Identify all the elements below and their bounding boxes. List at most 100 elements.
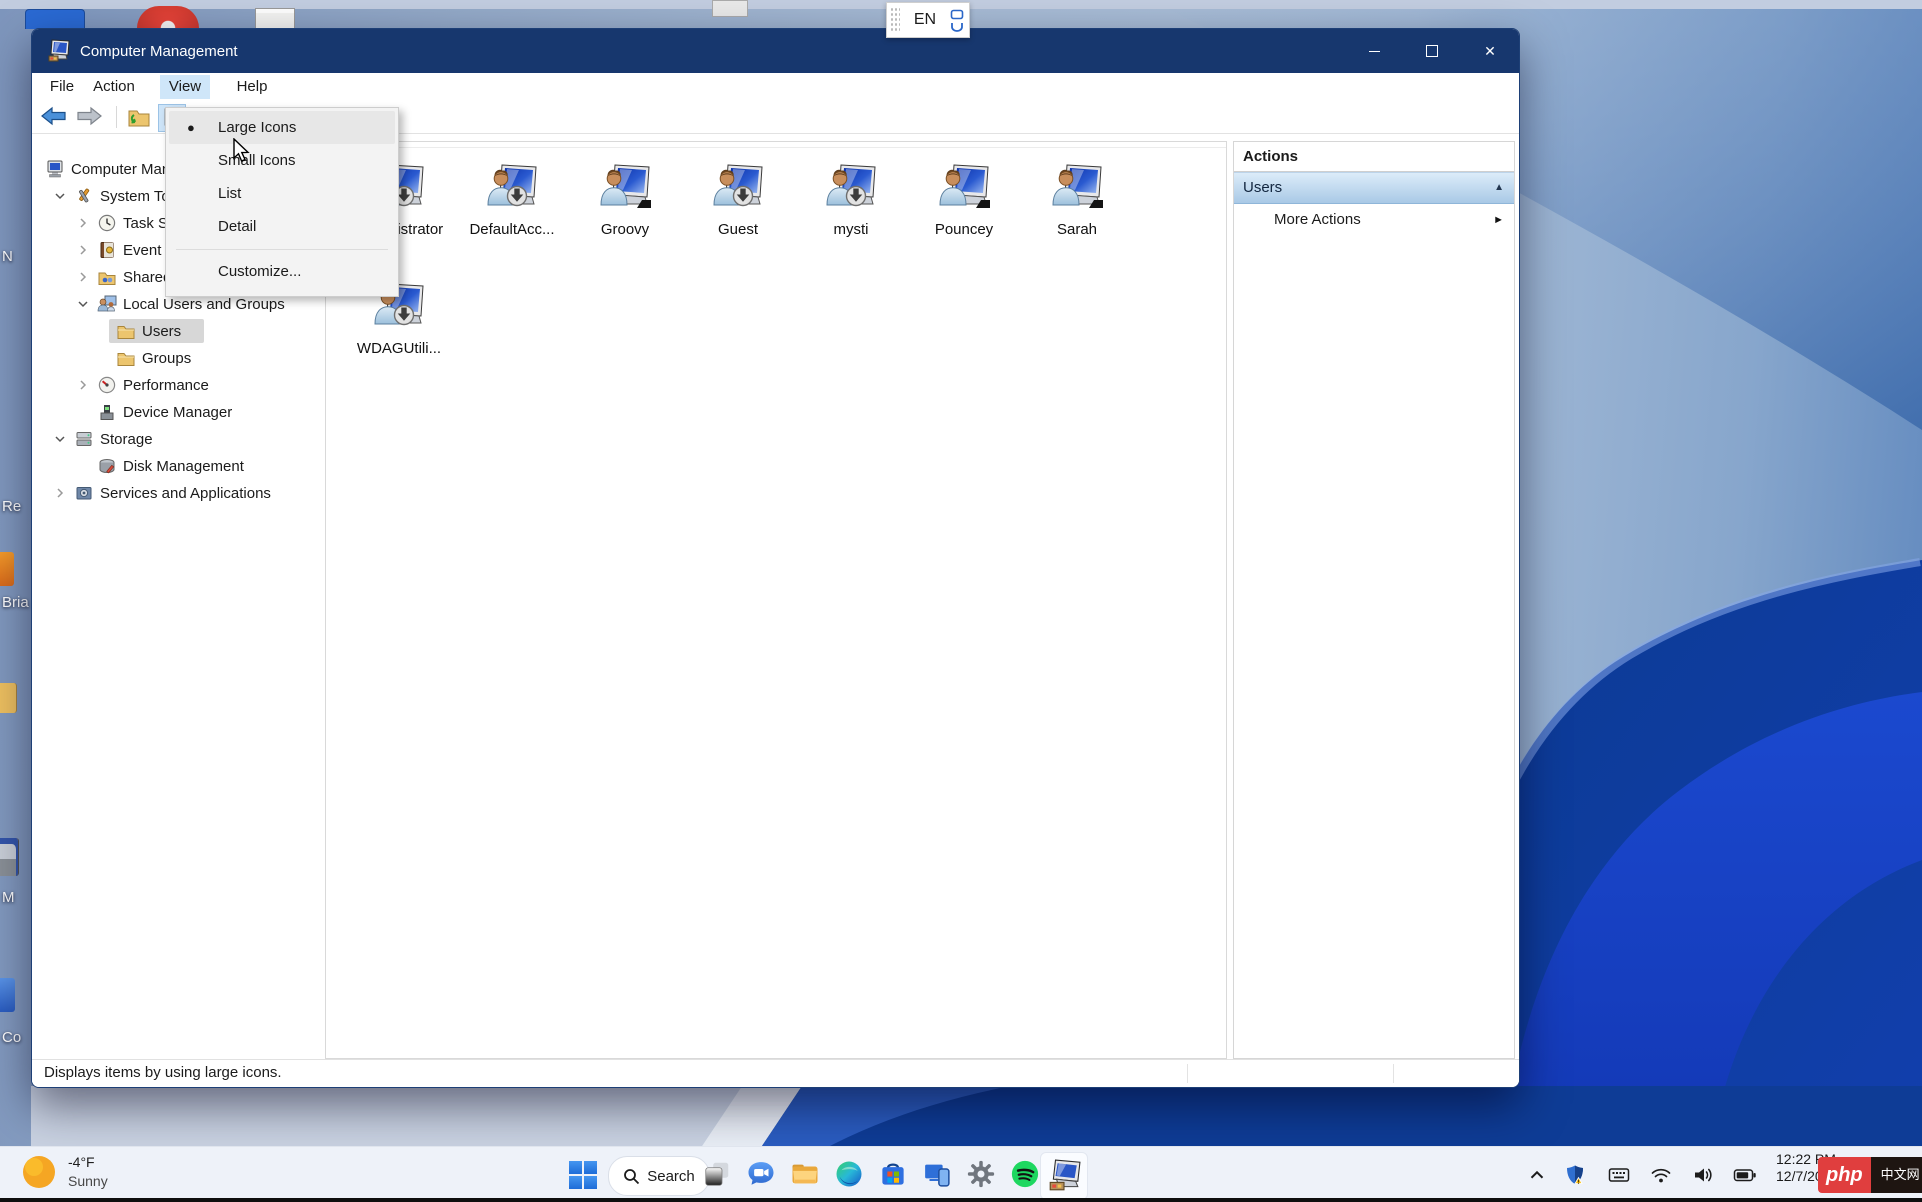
chevron-down-icon[interactable]: [52, 188, 68, 208]
computer-management-app-icon: [46, 39, 70, 63]
desktop-icon-label-partial[interactable]: Co: [2, 1029, 21, 1046]
tree-item-users[interactable]: Users: [36, 318, 322, 345]
user-disabled-icon: [486, 202, 538, 219]
desktop-icon-label-partial[interactable]: M: [2, 889, 15, 906]
taskbar-computer-management-icon[interactable]: [1040, 1152, 1088, 1200]
desktop-icon-partial-orange-app[interactable]: [0, 552, 14, 586]
console-tree-toggle-button[interactable]: [126, 105, 152, 129]
taskbar-chat-icon[interactable]: [746, 1159, 778, 1191]
menu-view[interactable]: View: [160, 75, 210, 99]
status-divider: [1393, 1064, 1394, 1083]
tree-item-label: Performance: [123, 375, 209, 396]
user-disabled-icon: [825, 202, 877, 219]
menu-file[interactable]: File: [44, 75, 80, 99]
user-name-label: mysti: [795, 221, 907, 238]
users-group-icon: [97, 294, 117, 314]
folder-icon: [116, 348, 136, 368]
desktop-icon-label-partial[interactable]: Re: [2, 498, 21, 515]
chevron-right-icon[interactable]: [75, 242, 91, 262]
taskbar-windows-stack-icon[interactable]: [702, 1159, 734, 1191]
title-bar[interactable]: Computer Management ✕: [32, 29, 1519, 73]
tray-security-shield-icon[interactable]: [1564, 1164, 1586, 1186]
language-bar-minimize-icon[interactable]: [950, 22, 964, 32]
taskbar-microsoft-store-icon[interactable]: [878, 1159, 910, 1191]
user-item-guest[interactable]: Guest: [682, 163, 794, 238]
actions-group-users[interactable]: Users ▲: [1234, 172, 1514, 204]
view-menu-item-list[interactable]: List: [169, 177, 395, 210]
search-box[interactable]: Search: [608, 1156, 710, 1196]
users-list-panel: AdministratorDefaultAcc...GroovyGuestmys…: [325, 141, 1227, 1059]
user-item-defaultacc[interactable]: DefaultAcc...: [456, 163, 568, 238]
submenu-arrow-icon: ►: [1493, 205, 1504, 236]
forward-button[interactable]: [76, 105, 102, 129]
desktop-icon-partial-folder[interactable]: [0, 683, 17, 713]
services-icon: [74, 483, 94, 503]
gauge-icon: [97, 375, 117, 395]
language-bar-grip-icon[interactable]: [890, 7, 900, 33]
desktop-icon-partial-blue-app[interactable]: [0, 978, 15, 1012]
user-item-groovy[interactable]: Groovy: [569, 163, 681, 238]
chevron-down-icon[interactable]: [52, 431, 68, 451]
view-dropdown-menu: ●Large IconsSmall IconsListDetail Customi…: [165, 107, 399, 297]
user-icon: [1051, 202, 1103, 219]
user-name-label: DefaultAcc...: [456, 221, 568, 238]
chevron-right-icon[interactable]: [52, 485, 68, 505]
tree-item-label: Local Users and Groups: [123, 294, 285, 315]
language-bar[interactable]: EN: [886, 2, 970, 38]
computer-icon: [45, 159, 65, 179]
menu-help[interactable]: Help: [230, 75, 274, 99]
tree-item-device-manager[interactable]: Device Manager: [36, 399, 322, 426]
desktop-icon-partial-computer[interactable]: [0, 838, 19, 876]
tree-item-services-and-applications[interactable]: Services and Applications: [36, 480, 322, 507]
view-menu-item-large-icons[interactable]: ●Large Icons: [169, 111, 395, 144]
chevron-right-icon[interactable]: [75, 269, 91, 289]
user-item-sarah[interactable]: Sarah: [1021, 163, 1133, 238]
start-button[interactable]: [566, 1158, 600, 1192]
weather-temp: -4°F: [68, 1153, 108, 1172]
chevron-right-icon[interactable]: [75, 215, 91, 235]
tree-item-performance[interactable]: Performance: [36, 372, 322, 399]
actions-header: Actions: [1234, 142, 1514, 172]
close-button[interactable]: ✕: [1461, 29, 1519, 73]
tray-battery-icon[interactable]: [1733, 1164, 1755, 1186]
tray-touch-keyboard-icon[interactable]: [1608, 1164, 1630, 1186]
status-bar: Displays items by using large icons.: [32, 1059, 1519, 1087]
tree-item-disk-management[interactable]: Disk Management: [36, 453, 322, 480]
background-app-fragment-blue: [25, 9, 85, 29]
view-menu-item-customize-[interactable]: Customize...: [169, 255, 395, 288]
view-menu-item-small-icons[interactable]: Small Icons: [169, 144, 395, 177]
selected-bullet-icon: ●: [187, 111, 195, 144]
menu-action[interactable]: Action: [86, 75, 142, 99]
taskbar-phone-link-icon[interactable]: [922, 1159, 954, 1191]
desktop-icon-label-partial[interactable]: N: [2, 248, 13, 265]
tree-item-groups[interactable]: Groups: [36, 345, 322, 372]
maximize-button[interactable]: [1403, 29, 1461, 73]
search-label: Search: [647, 1168, 695, 1185]
view-menu-item-detail[interactable]: Detail: [169, 210, 395, 243]
collapse-arrow-icon[interactable]: ▲: [1494, 173, 1504, 203]
user-name-label: Guest: [682, 221, 794, 238]
language-indicator[interactable]: EN: [900, 11, 950, 29]
taskbar: -4°F Sunny Search 12:22 PM 12/7/2022: [0, 1146, 1922, 1202]
back-button[interactable]: [41, 105, 67, 129]
window-title: Computer Management: [80, 43, 238, 60]
chevron-down-icon[interactable]: [75, 296, 91, 316]
tray-volume-icon[interactable]: [1692, 1164, 1714, 1186]
weather-widget[interactable]: -4°F Sunny: [20, 1153, 108, 1191]
taskbar-file-explorer-icon[interactable]: [790, 1159, 822, 1191]
taskbar-edge-icon[interactable]: [834, 1159, 866, 1191]
tree-item-storage[interactable]: Storage: [36, 426, 322, 453]
chevron-right-icon[interactable]: [75, 377, 91, 397]
tray-chevron-up-icon[interactable]: [1526, 1164, 1548, 1186]
user-item-pouncey[interactable]: Pouncey: [908, 163, 1020, 238]
language-bar-options-icon[interactable]: [950, 9, 964, 20]
user-item-mysti[interactable]: mysti: [795, 163, 907, 238]
background-app-fragment-red-circle: [137, 6, 199, 28]
more-actions-item[interactable]: More Actions ►: [1234, 204, 1514, 235]
tray-wifi-icon[interactable]: [1650, 1164, 1672, 1186]
user-name-label: Sarah: [1021, 221, 1133, 238]
minimize-button[interactable]: [1345, 29, 1403, 73]
desktop-icon-label-partial[interactable]: Bria: [2, 594, 29, 611]
taskbar-spotify-icon[interactable]: [1010, 1159, 1042, 1191]
taskbar-settings-icon[interactable]: [966, 1159, 998, 1191]
